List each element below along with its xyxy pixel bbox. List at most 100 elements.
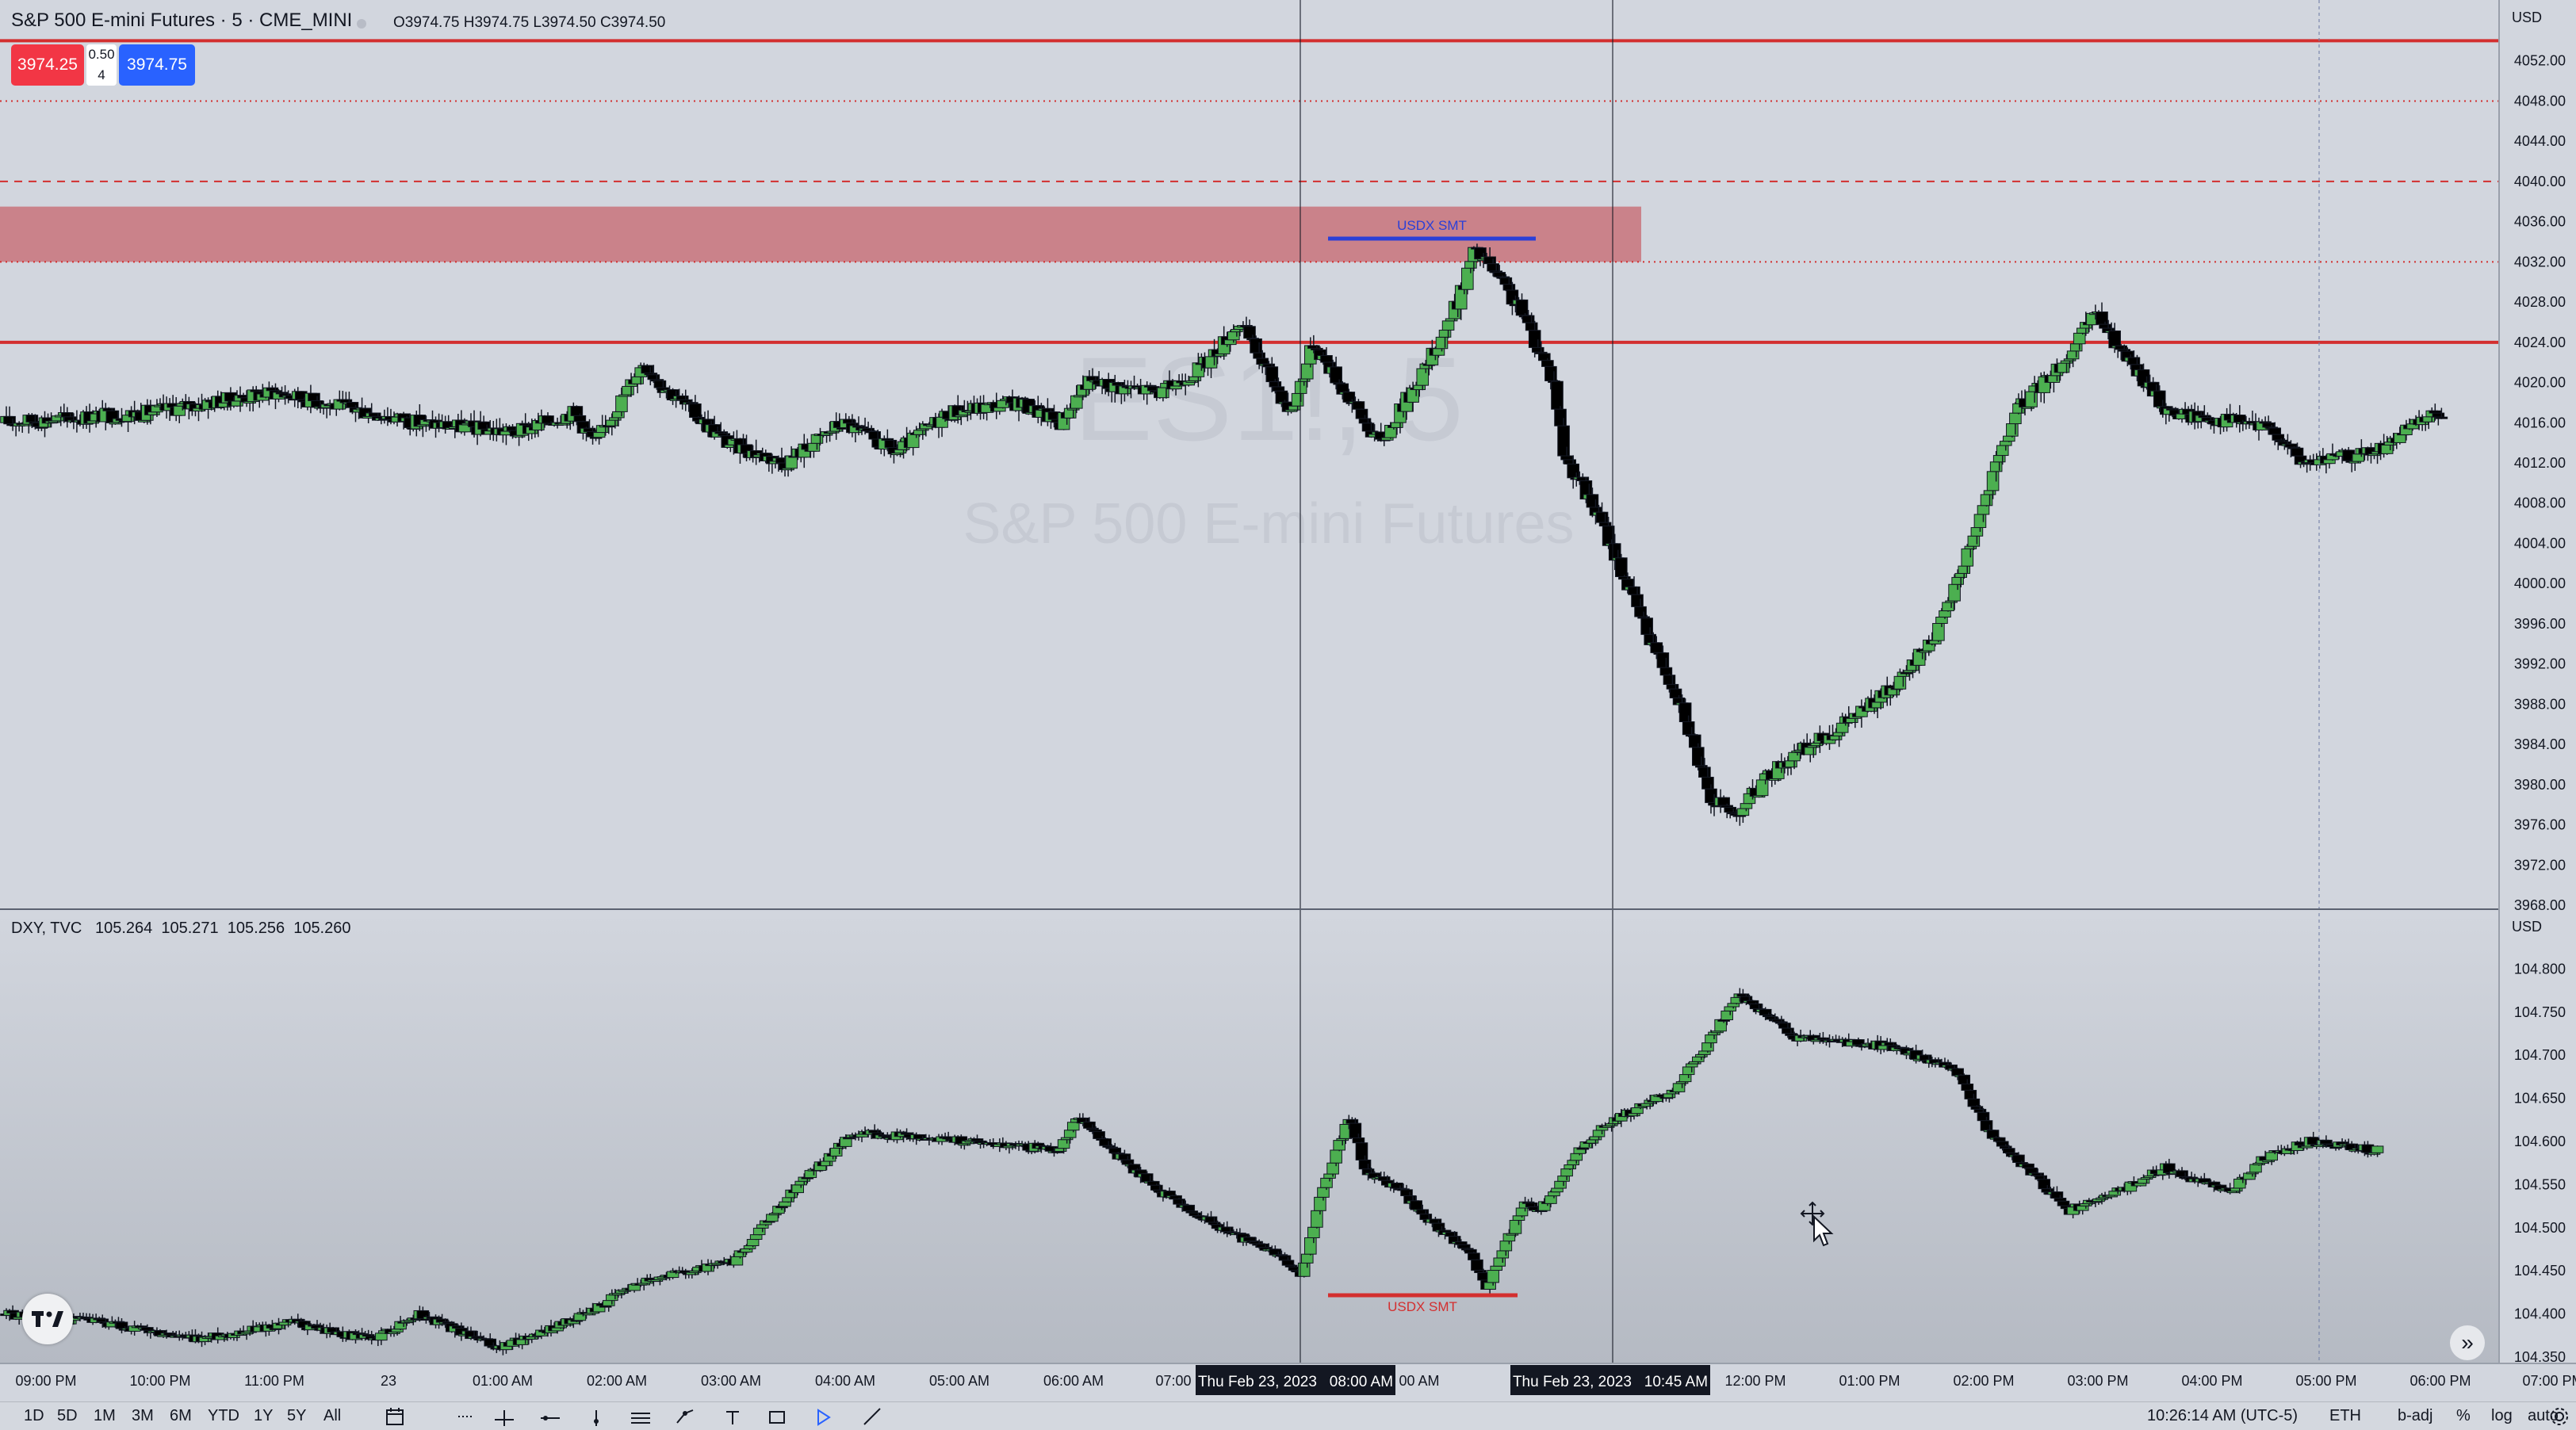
candle-down: [1551, 380, 1564, 410]
timeframe-1d[interactable]: 1D: [24, 1407, 44, 1425]
horizontal-levels[interactable]: [0, 39, 2499, 344]
candle-up: [2006, 423, 2019, 437]
buy-button[interactable]: 3974.75: [119, 44, 195, 86]
candle-up: [1493, 1257, 1506, 1267]
candle-down: [1342, 392, 1356, 403]
candle-up: [1721, 1010, 1733, 1021]
main-price-tick: 4016.00: [2514, 415, 2566, 430]
timeframe-1y[interactable]: 1Y: [254, 1407, 273, 1425]
candle-down: [1749, 1003, 1763, 1010]
candle-up: [794, 1180, 808, 1186]
candle-up: [1320, 1177, 1333, 1188]
candle-down: [1746, 1000, 1759, 1004]
timeframe-ytd[interactable]: YTD: [208, 1407, 239, 1425]
candle-down: [1416, 1209, 1430, 1215]
rectangle-tool-icon[interactable]: [766, 1405, 788, 1428]
dxy-legend[interactable]: DXY, TVC 105.264 105.271 105.256 105.260: [11, 920, 351, 938]
cross-line-tool-icon[interactable]: [493, 1405, 515, 1428]
candle-up: [906, 432, 920, 449]
horizontal-ray-icon[interactable]: [539, 1405, 561, 1428]
dotted-line-tool-icon[interactable]: [455, 1405, 477, 1428]
clock-display[interactable]: 10:26:14 AM (UTC-5): [2147, 1407, 2298, 1425]
candle-down: [1724, 806, 1737, 813]
candle-down: [1538, 353, 1551, 361]
timeframe-5d[interactable]: 5D: [57, 1407, 78, 1425]
candle-down: [1528, 330, 1541, 348]
sub-price-scale[interactable]: 104.800 104.750 104.700 104.650 104.600 104.5…: [2514, 961, 2566, 1365]
pitchfork-icon[interactable]: [674, 1405, 696, 1428]
main-price-tick: 3984.00: [2514, 736, 2566, 752]
candle-down: [1400, 1189, 1413, 1196]
candle-down: [1986, 1130, 2000, 1139]
candle-down: [2262, 422, 2275, 428]
candle-up: [391, 1329, 404, 1332]
candle-down: [1445, 1231, 1458, 1237]
candle-up: [1304, 1237, 1317, 1255]
candle-up: [1893, 675, 1907, 690]
candle-up: [1564, 1164, 1576, 1170]
percent-toggle[interactable]: %: [2456, 1407, 2471, 1425]
tradingview-logo-icon[interactable]: [22, 1294, 73, 1344]
candle-up: [2047, 375, 2061, 383]
main-price-scale[interactable]: 4052.00 4048.00 4044.00 4040.00 4036.00 4032.…: [2514, 53, 2566, 913]
timeframe-6m[interactable]: 6M: [170, 1407, 192, 1425]
sub-currency: USD: [2512, 919, 2542, 935]
candle-up: [1672, 1083, 1686, 1092]
candle-down: [1663, 675, 1676, 685]
candle-down: [368, 412, 381, 417]
candle-up: [1323, 1173, 1336, 1179]
candle-up: [1999, 441, 2012, 446]
candle-up: [1227, 331, 1240, 341]
candle-down: [1173, 1199, 1185, 1205]
trend-line-icon[interactable]: [861, 1405, 883, 1428]
candle-up: [1441, 320, 1455, 331]
sell-button[interactable]: 3974.25: [11, 44, 84, 86]
candle-up: [752, 1227, 766, 1236]
scroll-to-realtime-button[interactable]: »: [2450, 1325, 2485, 1360]
timeframe-all[interactable]: All: [323, 1407, 341, 1425]
sub-price-tick: 104.400: [2514, 1306, 2566, 1322]
vertical-line-tool-icon[interactable]: [585, 1405, 607, 1428]
timeframe-1m[interactable]: 1M: [94, 1407, 116, 1425]
candle-up: [1461, 267, 1474, 290]
candle-down: [1146, 1180, 1160, 1186]
candle-down: [2108, 330, 2121, 349]
timeframe-3m[interactable]: 3M: [132, 1407, 154, 1425]
candle-up: [278, 1321, 292, 1326]
candle-up: [1300, 363, 1314, 380]
adjust-toggle[interactable]: b-adj: [2398, 1407, 2432, 1425]
watermark-name: S&P 500 E-mini Futures: [963, 492, 1574, 556]
symbol-title[interactable]: S&P 500 E-mini Futures · 5 · CME_MINI: [11, 10, 352, 32]
candle-down: [1564, 459, 1576, 465]
candle-up: [2076, 327, 2089, 334]
candle-down: [1884, 1042, 1897, 1046]
candle-down: [1692, 747, 1705, 767]
play-replay-icon[interactable]: [812, 1405, 834, 1428]
session-toggle[interactable]: ETH: [2329, 1407, 2361, 1425]
calendar-range-icon[interactable]: [384, 1405, 406, 1428]
candle-down: [1576, 476, 1590, 482]
candle-up: [1169, 385, 1182, 390]
chart-canvas[interactable]: ES1!, 5 S&P 500 E-mini Futures USDX SMT …: [0, 0, 2576, 1429]
candle-down: [1650, 642, 1663, 653]
candle-down: [2057, 1200, 2070, 1206]
candle-up: [2249, 1164, 2262, 1173]
candle-down: [1262, 363, 1276, 368]
parallel-channel-icon[interactable]: [630, 1405, 652, 1428]
sub-price-tick: 104.550: [2514, 1176, 2566, 1192]
candle-down: [1355, 408, 1368, 419]
text-tool-icon[interactable]: [722, 1405, 744, 1428]
candle-up: [1640, 1103, 1653, 1107]
candle-up: [1663, 1093, 1676, 1099]
candle-up: [1740, 803, 1753, 809]
candle-up: [1311, 1210, 1323, 1228]
candle-down: [2127, 357, 2141, 365]
log-toggle[interactable]: log: [2491, 1407, 2513, 1425]
candle-down: [1320, 355, 1333, 363]
candle-down: [1483, 256, 1496, 265]
timeframe-5y[interactable]: 5Y: [287, 1407, 306, 1425]
candle-up: [1592, 1130, 1606, 1138]
candle-down: [1182, 1204, 1196, 1212]
settings-gear-icon[interactable]: [2548, 1405, 2570, 1428]
supply-zone-rectangle[interactable]: [0, 206, 1641, 262]
